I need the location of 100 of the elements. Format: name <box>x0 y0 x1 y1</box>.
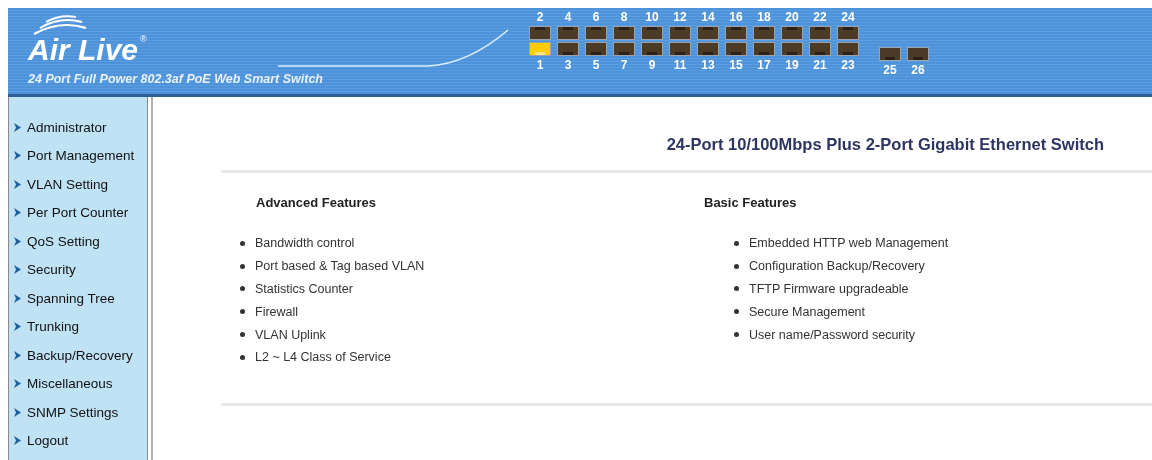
ethernet-port-icon[interactable] <box>669 26 691 40</box>
port-number: 13 <box>701 58 715 72</box>
page-title: 24-Port 10/100Mbps Plus 2-Port Gigabit Ethernet Switch <box>221 135 1152 173</box>
port-number: 11 <box>673 58 687 72</box>
bullet-icon <box>240 332 245 338</box>
bullet-icon <box>240 263 245 269</box>
sidebar-item[interactable]: QoS Setting <box>9 227 147 256</box>
sidebar-item[interactable]: Per Port Counter <box>9 198 147 227</box>
feature-item: Port based & Tag based VLAN <box>255 259 425 274</box>
bullet-icon <box>734 309 739 315</box>
feature-item: Statistics Counter <box>255 282 353 296</box>
ethernet-port-icon[interactable] <box>879 47 901 61</box>
port-number: 26 <box>911 63 925 77</box>
port-number: 9 <box>648 58 656 72</box>
bullet-icon <box>240 240 245 246</box>
port-number: 6 <box>592 10 600 24</box>
port-number: 20 <box>785 10 799 24</box>
port-number: 19 <box>785 58 799 72</box>
sidebar-item[interactable]: Administrator <box>9 113 147 142</box>
port-number: 21 <box>813 58 827 72</box>
feature-item: VLAN Uplink <box>255 327 326 342</box>
ethernet-port-icon[interactable] <box>585 42 607 56</box>
port-number: 16 <box>729 10 743 24</box>
ethernet-port-icon[interactable] <box>697 26 719 40</box>
chevron-icon <box>14 407 21 417</box>
ethernet-port-icon[interactable] <box>641 42 663 56</box>
chevron-icon <box>14 122 21 132</box>
feature-item: Bandwidth control <box>255 236 355 251</box>
bullet-icon <box>240 286 245 292</box>
ethernet-port-icon[interactable] <box>669 42 691 56</box>
feature-item: Configuration Backup/Recovery <box>749 259 925 274</box>
port-number: 17 <box>757 58 771 72</box>
ethernet-port-icon[interactable] <box>809 42 831 56</box>
port-number: 22 <box>813 10 827 24</box>
port-number: 3 <box>564 58 572 72</box>
ethernet-port-icon[interactable] <box>725 42 747 56</box>
feature-item: Secure Management <box>749 304 866 319</box>
bullet-icon <box>734 286 739 292</box>
sidebar-item[interactable]: Miscellaneous <box>9 369 147 398</box>
chevron-icon <box>14 436 21 446</box>
sidebar-item[interactable]: VLAN Setting <box>9 170 147 199</box>
ethernet-port-icon[interactable] <box>725 26 747 40</box>
port-number: 8 <box>620 10 628 24</box>
feature-item: Embedded HTTP web Management <box>749 236 949 251</box>
feature-item: L2 ~ L4 Class of Service <box>255 350 391 365</box>
port-number: 10 <box>645 10 659 24</box>
ethernet-port-icon[interactable] <box>781 42 803 56</box>
sidebar-item[interactable]: Spanning Tree <box>9 284 147 313</box>
chevron-icon <box>14 151 21 161</box>
port-number: 1 <box>536 58 544 72</box>
sidebar-item[interactable]: Security <box>9 255 147 284</box>
chevron-icon <box>14 236 21 246</box>
chevron-icon <box>14 293 21 303</box>
registered-mark: ® <box>140 34 147 44</box>
port-number: 25 <box>883 63 897 77</box>
section-heading: Basic Features <box>704 195 798 210</box>
ethernet-port-icon[interactable] <box>697 42 719 56</box>
bullet-icon <box>734 240 739 246</box>
port-number: 4 <box>564 10 572 24</box>
sidebar-item[interactable]: Backup/Recovery <box>9 341 147 370</box>
port-number: 7 <box>620 58 628 72</box>
section-heading: Advanced Features <box>256 195 377 210</box>
chevron-icon <box>14 179 21 189</box>
sidebar-item[interactable]: SNMP Settings <box>9 398 147 427</box>
port-number: 12 <box>673 10 687 24</box>
ethernet-port-icon[interactable] <box>613 42 635 56</box>
ethernet-port-icon[interactable] <box>641 26 663 40</box>
chevron-icon <box>14 265 21 275</box>
chevron-icon <box>14 379 21 389</box>
feature-item: Firewall <box>255 304 299 319</box>
port-number: 14 <box>701 10 715 24</box>
port-number: 5 <box>592 58 600 72</box>
ethernet-port-icon[interactable] <box>907 47 929 61</box>
port-number: 18 <box>757 10 771 24</box>
port-number: 24 <box>841 10 855 24</box>
ethernet-port-icon[interactable] <box>809 26 831 40</box>
ethernet-port-icon[interactable] <box>529 26 551 40</box>
ethernet-port-icon[interactable] <box>613 26 635 40</box>
sidebar-item[interactable]: Port Management <box>9 141 147 170</box>
port-number: 23 <box>841 58 855 72</box>
port-number: 2 <box>536 10 544 24</box>
chevron-icon <box>14 322 21 332</box>
bullet-icon <box>734 332 739 338</box>
ethernet-port-icon[interactable] <box>557 42 579 56</box>
bullet-icon <box>734 263 739 269</box>
chevron-icon <box>14 208 21 218</box>
ethernet-port-icon[interactable] <box>781 26 803 40</box>
logo-text: Air Live <box>28 34 139 66</box>
sidebar-item[interactable]: Logout <box>9 426 147 455</box>
ethernet-port-icon[interactable] <box>753 26 775 40</box>
ethernet-port-icon[interactable] <box>837 42 859 56</box>
bullet-icon <box>240 309 245 315</box>
ethernet-port-icon[interactable] <box>753 42 775 56</box>
sidebar-item[interactable]: Trunking <box>9 312 147 341</box>
feature-item: TFTP Firmware upgradeable <box>749 282 909 296</box>
ethernet-port-icon[interactable] <box>837 26 859 40</box>
port-number: 15 <box>729 58 743 72</box>
feature-item: User name/Password security <box>749 327 916 342</box>
ethernet-port-icon[interactable] <box>557 26 579 40</box>
ethernet-port-icon[interactable] <box>585 26 607 40</box>
